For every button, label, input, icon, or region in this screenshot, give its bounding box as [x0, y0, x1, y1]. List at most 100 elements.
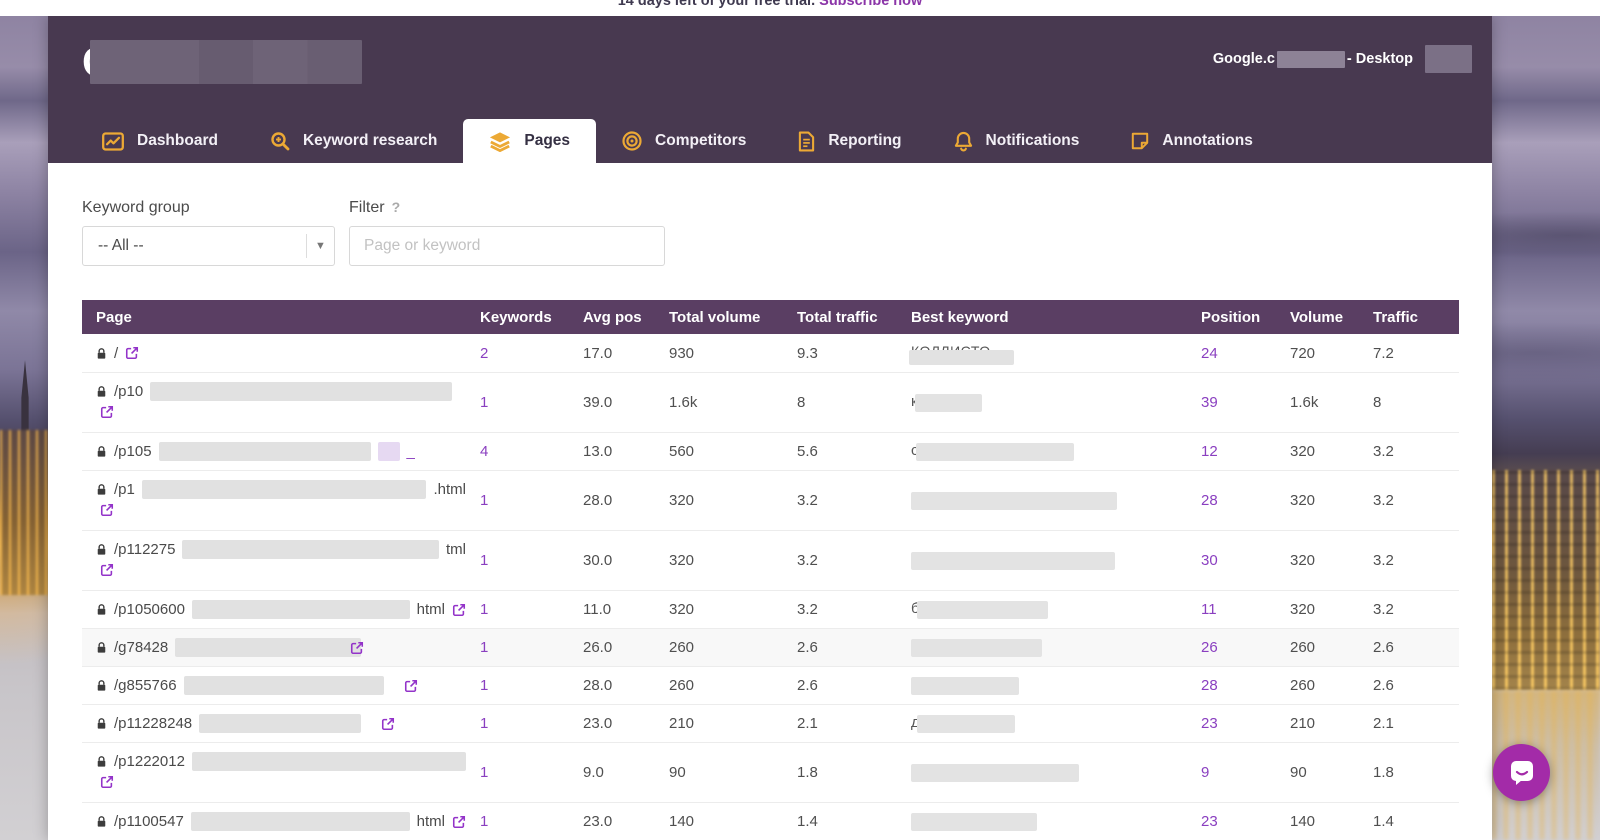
table-row: /p1100547html123.01401.4231401.4 — [82, 803, 1459, 840]
cell-page: /p105 _ — [82, 433, 466, 471]
cell-total-volume: 210 — [655, 705, 783, 743]
avg-pos: 23.0 — [583, 715, 612, 732]
position-link[interactable]: 28 — [1201, 492, 1218, 509]
cell-total-volume: 140 — [655, 803, 783, 840]
cell-volume: 320 — [1276, 531, 1359, 591]
avg-pos: 39.0 — [583, 394, 612, 411]
cell-volume: 320 — [1276, 471, 1359, 531]
cell-best-keyword — [897, 629, 1187, 667]
cell-page: /g855766 — [82, 667, 466, 705]
position-link[interactable]: 23 — [1201, 813, 1218, 830]
total-traffic: 3.2 — [797, 492, 818, 509]
tracked-site-selector[interactable]: Google.c- Desktop — [1213, 45, 1472, 73]
external-link-icon[interactable] — [100, 775, 114, 789]
tab-competitors[interactable]: Competitors — [596, 119, 772, 163]
background-buildings-left — [0, 430, 48, 595]
cell-traffic: 1.8 — [1359, 743, 1459, 803]
tab-keyword-research[interactable]: Keyword research — [244, 119, 463, 163]
position-link[interactable]: 26 — [1201, 639, 1218, 656]
tab-notifications[interactable]: Notifications — [928, 119, 1106, 163]
cell-total-traffic: 9.3 — [783, 334, 897, 373]
page-path: /p105 — [114, 443, 152, 460]
nav-tabs: DashboardKeyword researchPagesCompetitor… — [76, 119, 1279, 163]
position-link[interactable]: 23 — [1201, 715, 1218, 732]
subscribe-now-link[interactable]: Subscribe now — [819, 0, 922, 9]
traffic: 3.2 — [1373, 601, 1394, 618]
position-link[interactable]: 12 — [1201, 443, 1218, 460]
external-link-icon[interactable] — [350, 641, 364, 655]
position-link[interactable]: 24 — [1201, 345, 1218, 362]
external-link-icon[interactable] — [100, 563, 114, 577]
table-body: /217.09309.3коллисто247207.2/p10139.01.6… — [82, 334, 1459, 840]
total-traffic: 3.2 — [797, 601, 818, 618]
external-link-icon[interactable] — [381, 717, 395, 731]
external-link-icon[interactable] — [100, 405, 114, 419]
external-link-icon[interactable] — [100, 503, 114, 517]
keywords-count[interactable]: 1 — [480, 677, 488, 694]
keywords-count[interactable]: 2 — [480, 345, 488, 362]
cell-traffic: 2.6 — [1359, 667, 1459, 705]
search-plus-icon — [270, 131, 290, 151]
tab-dashboard[interactable]: Dashboard — [76, 119, 244, 163]
tab-annotations[interactable]: Annotations — [1105, 119, 1278, 163]
tab-reporting[interactable]: Reporting — [772, 119, 927, 163]
position-link[interactable]: 28 — [1201, 677, 1218, 694]
external-link-icon[interactable] — [404, 679, 418, 693]
position-link[interactable]: 11 — [1201, 601, 1217, 618]
keywords-count[interactable]: 1 — [480, 492, 488, 509]
cell-volume: 260 — [1276, 629, 1359, 667]
redaction-blur-site — [1277, 51, 1345, 68]
redaction-blur — [192, 752, 466, 771]
keywords-count[interactable]: 4 — [480, 443, 488, 460]
trial-banner: 14 days left of your free trial. Subscri… — [0, 0, 1600, 16]
keywords-count[interactable]: 1 — [480, 552, 488, 569]
cell-position-link: 9 — [1187, 743, 1276, 803]
redaction-blur — [911, 639, 1042, 657]
keyword-group-select[interactable]: -- All -- ▼ — [82, 226, 335, 266]
cell-position-link: 12 — [1187, 433, 1276, 471]
cell-best-keyword: с — [897, 433, 1187, 471]
tab-label: Annotations — [1162, 132, 1252, 150]
lock-icon — [96, 815, 107, 828]
page-path: /p11228248 — [114, 715, 192, 732]
position-link[interactable]: 30 — [1201, 552, 1218, 569]
cell-keywords-count: 1 — [466, 373, 569, 433]
chevron-down-icon[interactable]: ▼ — [306, 234, 334, 258]
redaction-blur — [142, 480, 427, 499]
filter-label: Filter? — [349, 199, 665, 217]
total-traffic: 3.2 — [797, 552, 818, 569]
tab-pages[interactable]: Pages — [463, 119, 596, 163]
page-path-tail: _ — [407, 443, 415, 460]
volume: 320 — [1290, 492, 1315, 509]
position-link[interactable]: 39 — [1201, 394, 1218, 411]
page-path: /p112275 — [114, 541, 175, 558]
total-volume: 140 — [669, 813, 694, 830]
col-header-traffic: Traffic — [1359, 300, 1459, 334]
page-path-suffix: tml — [446, 541, 466, 558]
cell-best-keyword — [897, 531, 1187, 591]
volume: 320 — [1290, 601, 1315, 618]
cell-page: /p1050600html — [82, 591, 466, 629]
cell-keywords-count: 2 — [466, 334, 569, 373]
keywords-count[interactable]: 1 — [480, 601, 488, 618]
position-link[interactable]: 9 — [1201, 764, 1209, 781]
keywords-count[interactable]: 1 — [480, 764, 488, 781]
app-logo[interactable]: C — [82, 40, 362, 84]
table-row: /g855766128.02602.6282602.6 — [82, 667, 1459, 705]
avg-pos: 11.0 — [583, 601, 611, 618]
search-input[interactable] — [349, 226, 665, 266]
external-link-icon[interactable] — [452, 603, 466, 617]
help-icon[interactable]: ? — [392, 199, 401, 215]
traffic: 3.2 — [1373, 443, 1394, 460]
total-volume: 320 — [669, 601, 694, 618]
chat-bubble-icon — [1506, 757, 1538, 789]
keywords-count[interactable]: 1 — [480, 639, 488, 656]
cell-avg-pos: 30.0 — [569, 531, 655, 591]
external-link-icon[interactable] — [452, 815, 466, 829]
chat-widget-button[interactable] — [1493, 744, 1550, 801]
keywords-count[interactable]: 1 — [480, 715, 488, 732]
keywords-count[interactable]: 1 — [480, 394, 488, 411]
external-link-icon[interactable] — [125, 346, 139, 360]
total-volume: 260 — [669, 677, 694, 694]
keywords-count[interactable]: 1 — [480, 813, 488, 830]
